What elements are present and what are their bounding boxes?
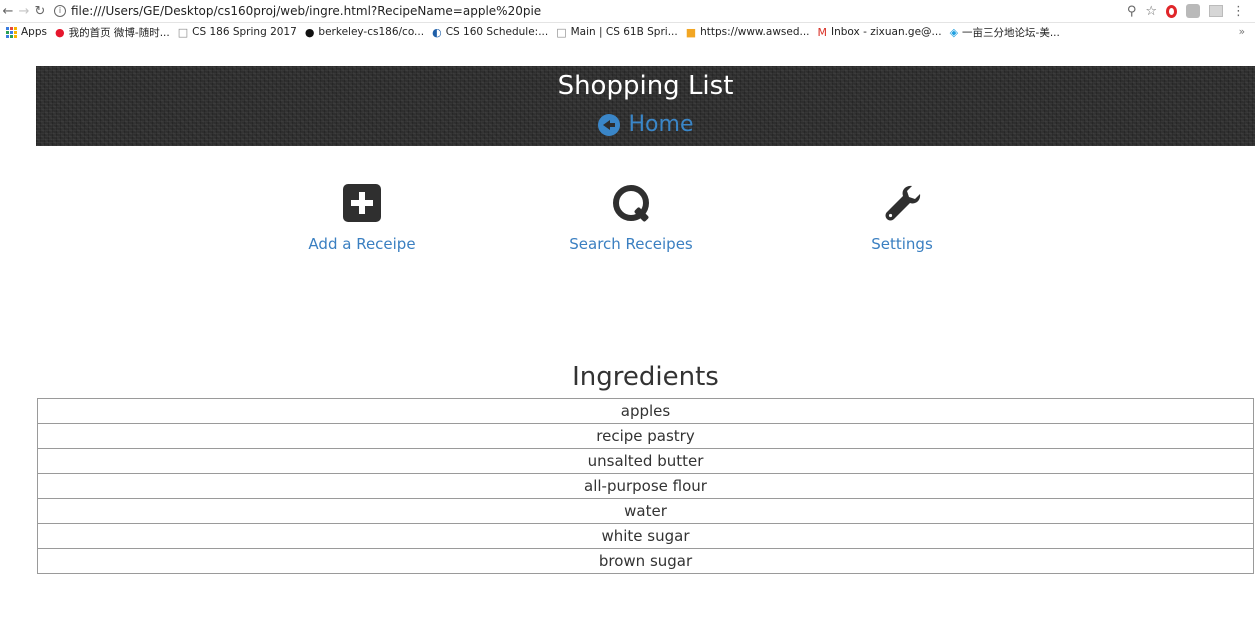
- search-icon: [611, 183, 651, 223]
- star-icon[interactable]: ☆: [1145, 4, 1157, 19]
- back-arrow-icon[interactable]: ←: [0, 4, 16, 19]
- settings-button[interactable]: Settings: [812, 183, 992, 253]
- bookmark-label: 我的首页 微博-随时...: [68, 26, 170, 39]
- menu-kebab-icon[interactable]: ⋮: [1232, 4, 1245, 19]
- search-recipes-label: Search Receipes: [569, 235, 693, 253]
- opera-icon[interactable]: [1166, 4, 1177, 18]
- page-header: Shopping List Home: [36, 66, 1255, 146]
- page-title: Shopping List: [557, 71, 734, 101]
- bookmark-label: Apps: [21, 26, 47, 38]
- info-icon[interactable]: i: [54, 5, 66, 17]
- weibo-icon: ●: [54, 25, 65, 39]
- browser-address-bar: ← → ↻ i file:///Users/GE/Desktop/cs160pr…: [0, 0, 1255, 23]
- bookmark-label: Inbox - zixuan.ge@...: [831, 26, 942, 38]
- zoom-icon[interactable]: ⚲: [1127, 4, 1137, 19]
- extension-icon[interactable]: [1186, 4, 1200, 18]
- url-text[interactable]: file:///Users/GE/Desktop/cs160proj/web/i…: [71, 4, 541, 18]
- table-row: recipe pastry: [37, 423, 1254, 449]
- table-row: brown sugar: [37, 548, 1254, 574]
- ingredients-title: Ingredients: [572, 362, 719, 392]
- add-recipe-button[interactable]: Add a Receipe: [272, 183, 452, 253]
- circle-arrow-left-icon: [597, 113, 620, 136]
- bookmark-github[interactable]: ● berkeley-cs186/co...: [305, 26, 424, 39]
- aws-icon: ■: [685, 25, 697, 39]
- home-label: Home: [628, 112, 694, 137]
- ingredient-cell: unsalted butter: [37, 448, 1254, 474]
- bookmark-cs61b[interactable]: □ Main | CS 61B Spri...: [556, 26, 678, 39]
- table-row: white sugar: [37, 523, 1254, 549]
- bookmark-label: 一亩三分地论坛-美...: [962, 26, 1060, 39]
- search-recipes-button[interactable]: Search Receipes: [541, 183, 721, 253]
- forward-arrow-icon[interactable]: →: [16, 4, 32, 19]
- bookmark-label: CS 186 Spring 2017: [192, 26, 297, 38]
- screenshot-extension-icon[interactable]: [1209, 5, 1223, 17]
- settings-label: Settings: [871, 235, 933, 253]
- bookmarks-overflow-icon[interactable]: »: [1239, 26, 1255, 38]
- bookmark-apps[interactable]: Apps: [6, 26, 47, 38]
- gmail-icon: M: [817, 25, 828, 39]
- wrench-icon: [885, 185, 921, 221]
- reload-icon[interactable]: ↻: [32, 4, 48, 19]
- url-field[interactable]: i file:///Users/GE/Desktop/cs160proj/web…: [54, 4, 1127, 18]
- plus-square-icon: [343, 184, 381, 222]
- page-icon: □: [177, 25, 189, 39]
- ingredient-cell: brown sugar: [37, 548, 1254, 574]
- table-row: all-purpose flour: [37, 473, 1254, 499]
- table-row: apples: [37, 398, 1254, 424]
- bookmark-label: https://www.awsed...: [700, 26, 810, 38]
- table-row: water: [37, 498, 1254, 524]
- ingredient-cell: all-purpose flour: [37, 473, 1254, 499]
- ingredient-cell: white sugar: [37, 523, 1254, 549]
- bookmark-label: CS 160 Schedule:...: [445, 26, 549, 38]
- browser-toolbar-icons: ⚲ ☆ ⋮: [1127, 4, 1255, 19]
- bookmark-weibo[interactable]: ● 我的首页 微博-随时...: [55, 25, 170, 40]
- bookmark-cs186[interactable]: □ CS 186 Spring 2017: [178, 26, 297, 39]
- bookmark-label: Main | CS 61B Spri...: [570, 26, 678, 38]
- bookmark-forum[interactable]: ◈ 一亩三分地论坛-美...: [950, 25, 1060, 40]
- site-icon: ◐: [432, 25, 442, 39]
- github-icon: ●: [304, 25, 315, 39]
- home-link[interactable]: Home: [36, 112, 1255, 137]
- bookmark-gmail[interactable]: M Inbox - zixuan.ge@...: [818, 26, 942, 39]
- table-row: unsalted butter: [37, 448, 1254, 474]
- bookmark-label: berkeley-cs186/co...: [318, 26, 425, 38]
- ingredient-cell: apples: [37, 398, 1254, 424]
- bookmarks-bar: Apps ● 我的首页 微博-随时... □ CS 186 Spring 201…: [0, 23, 1255, 41]
- add-recipe-label: Add a Receipe: [308, 235, 416, 253]
- forum-icon: ◈: [949, 25, 959, 39]
- bookmark-aws[interactable]: ■ https://www.awsed...: [686, 26, 810, 39]
- ingredients-table: apples recipe pastry unsalted butter all…: [37, 398, 1254, 574]
- page-icon: □: [556, 25, 567, 39]
- ingredient-cell: recipe pastry: [37, 423, 1254, 449]
- bookmark-cs160[interactable]: ◐ CS 160 Schedule:...: [432, 26, 548, 39]
- apps-grid-icon: [6, 26, 17, 38]
- ingredient-cell: water: [37, 498, 1254, 524]
